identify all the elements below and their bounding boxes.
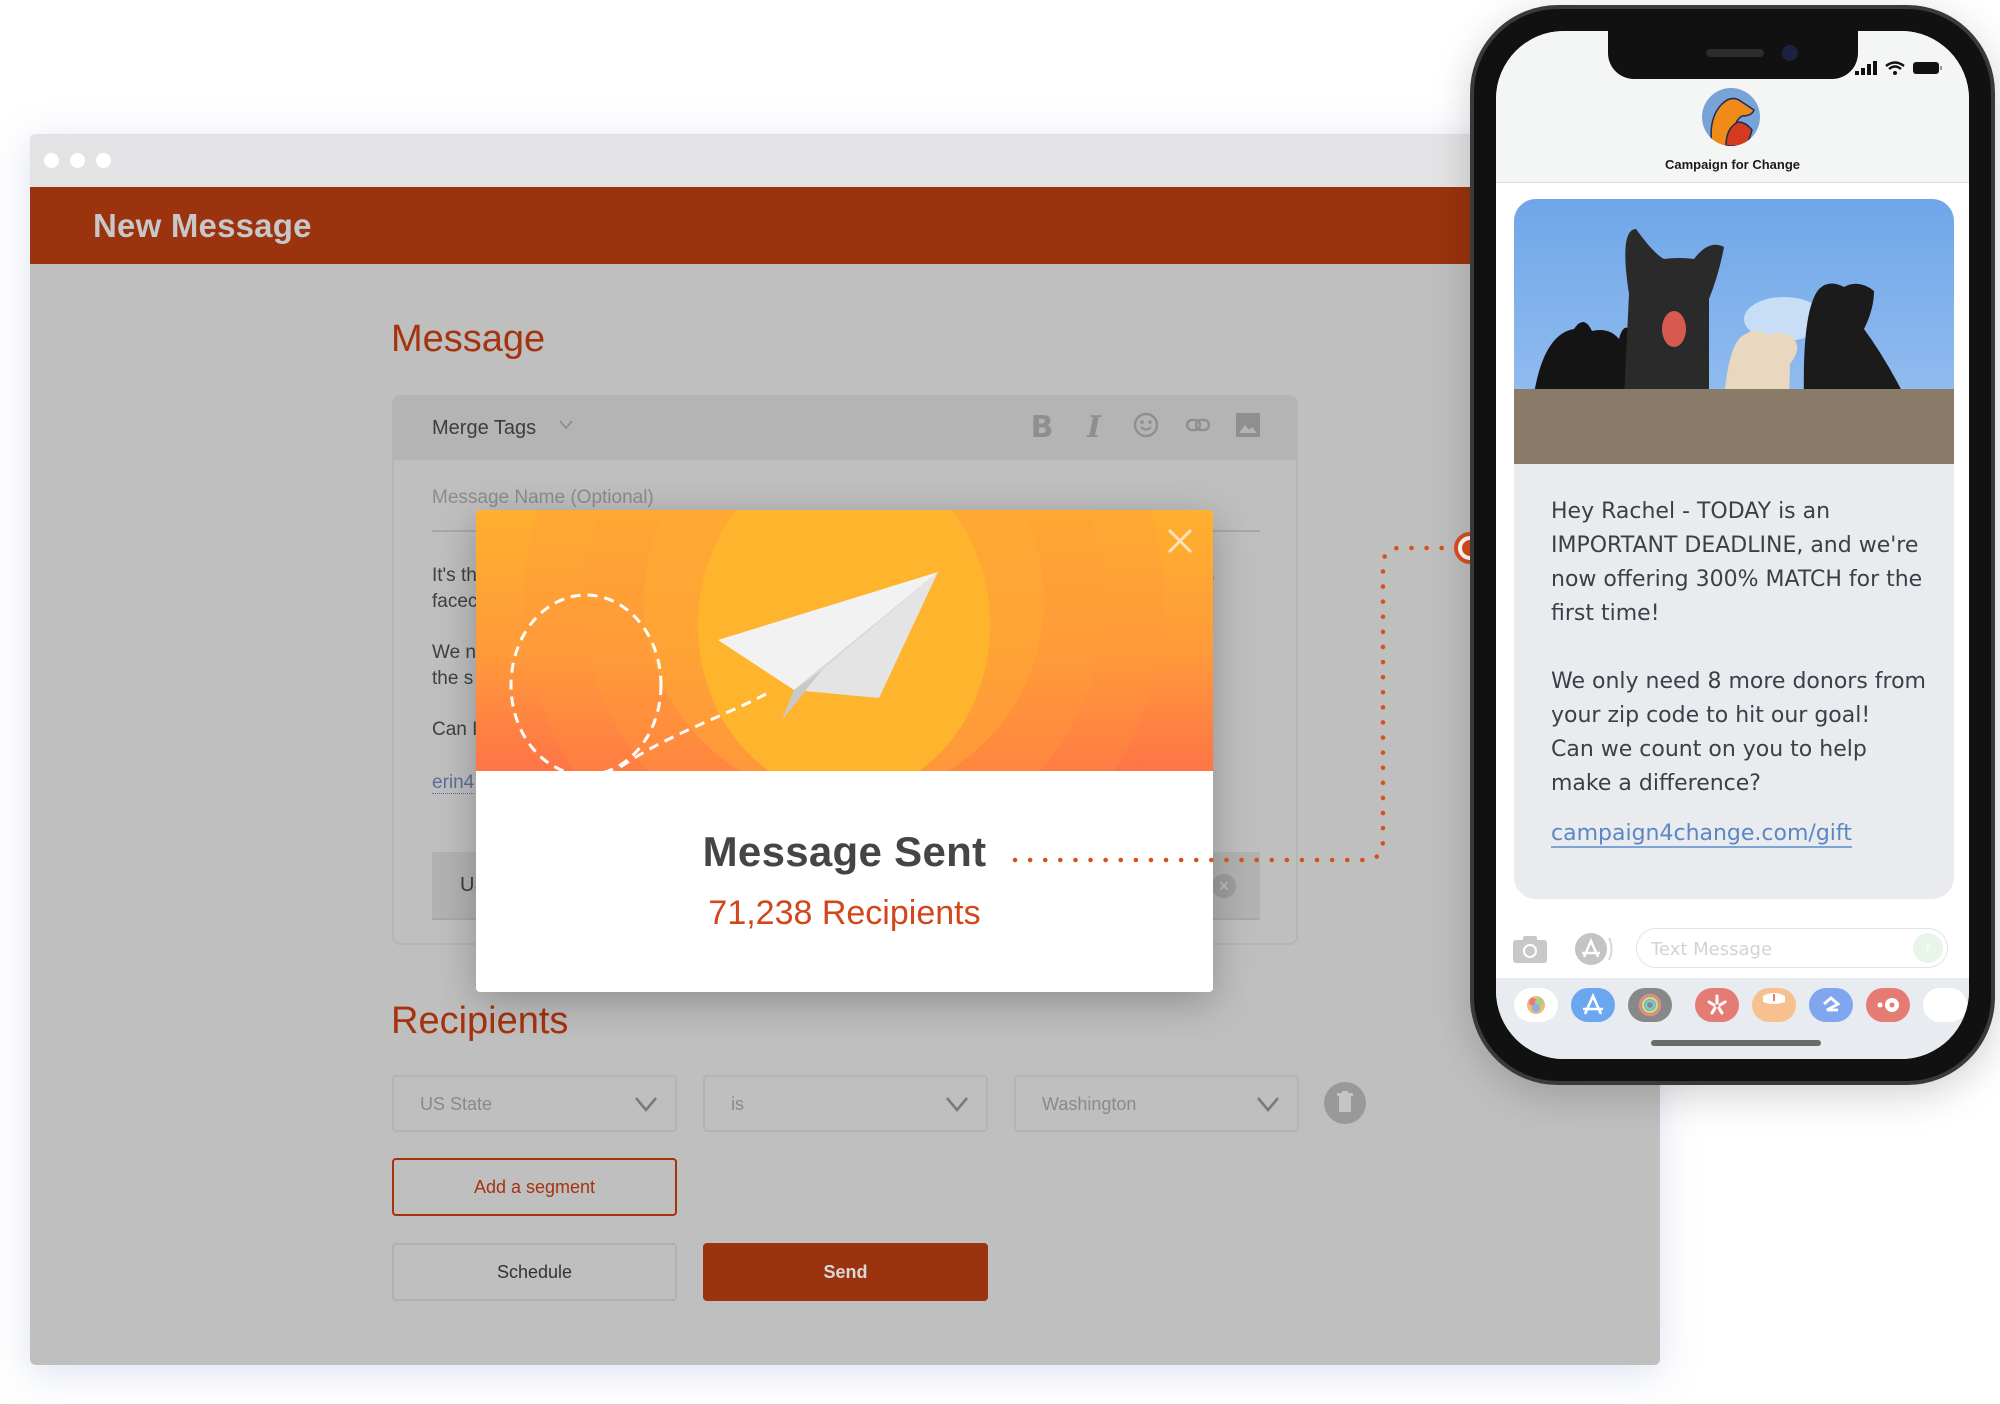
send-arrow-icon[interactable]: ↑ xyxy=(1913,933,1943,963)
message-heading: Message xyxy=(391,318,546,360)
send-button[interactable]: Send xyxy=(703,1243,988,1301)
message-input-bar: Text Message ↑ xyxy=(1496,928,1969,978)
add-segment-button[interactable]: Add a segment xyxy=(392,1158,677,1216)
app-store-icon[interactable] xyxy=(1574,932,1614,966)
body-text-line[interactable]: facec xyxy=(432,591,477,613)
zillow-app-icon[interactable] xyxy=(1809,988,1853,1022)
recipients-heading: Recipients xyxy=(391,1000,569,1042)
body-text-line[interactable]: Can I xyxy=(432,719,477,741)
camera-icon[interactable] xyxy=(1512,934,1548,964)
chevron-down-icon xyxy=(946,1097,968,1113)
dog-logo-icon xyxy=(1710,97,1755,146)
body-link-line[interactable]: erin4 xyxy=(432,772,475,794)
filter-value-value: Washington xyxy=(1042,1094,1137,1114)
battery-icon xyxy=(1913,62,1942,74)
text-message-placeholder: Text Message xyxy=(1651,939,1773,960)
message-paragraph: Can we count on you to help make a diffe… xyxy=(1551,737,1867,796)
remove-chip-icon[interactable]: × xyxy=(1212,874,1236,898)
chevron-down-icon[interactable] xyxy=(558,415,574,441)
dogs-image-icon xyxy=(1514,229,1954,464)
emoji-icon[interactable] xyxy=(1128,410,1164,446)
paper-plane-icon xyxy=(509,572,938,771)
body-text-line[interactable]: the s xyxy=(432,668,473,690)
chevron-down-icon xyxy=(635,1097,657,1113)
dogs-photo[interactable] xyxy=(1514,199,1954,464)
message-bubble: Hey Rachel - TODAY is an IMPORTANT DEADL… xyxy=(1514,199,1954,899)
app-header: New Message xyxy=(30,187,1660,264)
app-drawer-overflow-icon[interactable] xyxy=(1923,988,1967,1022)
text-message-input[interactable]: Text Message ↑ xyxy=(1636,928,1948,968)
body-link[interactable]: erin4 xyxy=(432,772,475,794)
scale-app-icon[interactable] xyxy=(1752,988,1796,1022)
delete-filter-button[interactable] xyxy=(1324,1082,1366,1124)
filter-field-select[interactable]: US State xyxy=(392,1075,677,1132)
imessage-app-drawer xyxy=(1496,978,1969,1059)
app-store-drawer-icon[interactable] xyxy=(1571,988,1615,1022)
filter-field-value: US State xyxy=(420,1094,493,1114)
bold-icon[interactable]: B xyxy=(1024,410,1060,446)
camera-lens-icon xyxy=(1782,45,1798,61)
schedule-button[interactable]: Schedule xyxy=(392,1243,677,1301)
message-paragraph: We only need 8 more donors from your zip… xyxy=(1551,669,1926,728)
activity-app-icon[interactable] xyxy=(1628,988,1672,1022)
window-maximize-dot[interactable] xyxy=(96,153,111,168)
contact-avatar[interactable] xyxy=(1702,88,1760,146)
filter-value-select[interactable]: Washington xyxy=(1014,1075,1299,1132)
status-bar xyxy=(1855,61,1943,75)
window-close-dot[interactable] xyxy=(44,153,59,168)
modal-title: Message Sent xyxy=(702,828,987,875)
recipient-count: 71,238 Recipients xyxy=(708,894,981,932)
wifi-icon xyxy=(1885,61,1905,75)
trash-icon xyxy=(1337,1091,1353,1112)
speaker-icon xyxy=(1706,49,1764,57)
merge-tags-dropdown[interactable]: Merge Tags xyxy=(432,417,536,440)
message-body: Hey Rachel - TODAY is an IMPORTANT DEADL… xyxy=(1551,495,1931,801)
filter-operator-value: is xyxy=(731,1094,744,1114)
body-text-line[interactable]: It's th xyxy=(432,565,477,587)
message-paragraph: Hey Rachel - TODAY is an IMPORTANT DEADL… xyxy=(1551,499,1923,626)
message-link[interactable]: campaign4change.com/gift xyxy=(1551,821,1852,848)
body-text-line[interactable]: We n xyxy=(432,642,476,664)
phone-notch xyxy=(1608,31,1858,79)
filter-operator-select[interactable]: is xyxy=(703,1075,988,1132)
phone-screen: Campaign for Change Hey Rachel - TODAY i… xyxy=(1496,31,1969,1059)
phone-mockup: Campaign for Change Hey Rachel - TODAY i… xyxy=(1470,5,1995,1085)
chevron-down-icon xyxy=(1257,1097,1279,1113)
photos-app-icon[interactable] xyxy=(1514,988,1558,1022)
contact-name: Campaign for Change xyxy=(1664,157,1801,172)
image-icon[interactable] xyxy=(1230,410,1266,446)
close-icon[interactable] xyxy=(1163,524,1197,558)
italic-icon[interactable]: I xyxy=(1076,410,1112,446)
modal-hero-illustration xyxy=(476,510,1213,771)
editor-toolbar: Merge Tags B I xyxy=(394,397,1296,460)
music-app-icon[interactable] xyxy=(1866,988,1910,1022)
home-indicator[interactable] xyxy=(1651,1040,1821,1046)
yelp-app-icon[interactable] xyxy=(1695,988,1739,1022)
message-sent-modal: Message Sent 71,238 Recipients xyxy=(476,510,1213,992)
signal-icon xyxy=(1855,61,1877,75)
window-titlebar xyxy=(30,134,1660,187)
page-title: New Message xyxy=(93,207,312,244)
window-minimize-dot[interactable] xyxy=(70,153,85,168)
link-icon[interactable] xyxy=(1180,410,1216,446)
